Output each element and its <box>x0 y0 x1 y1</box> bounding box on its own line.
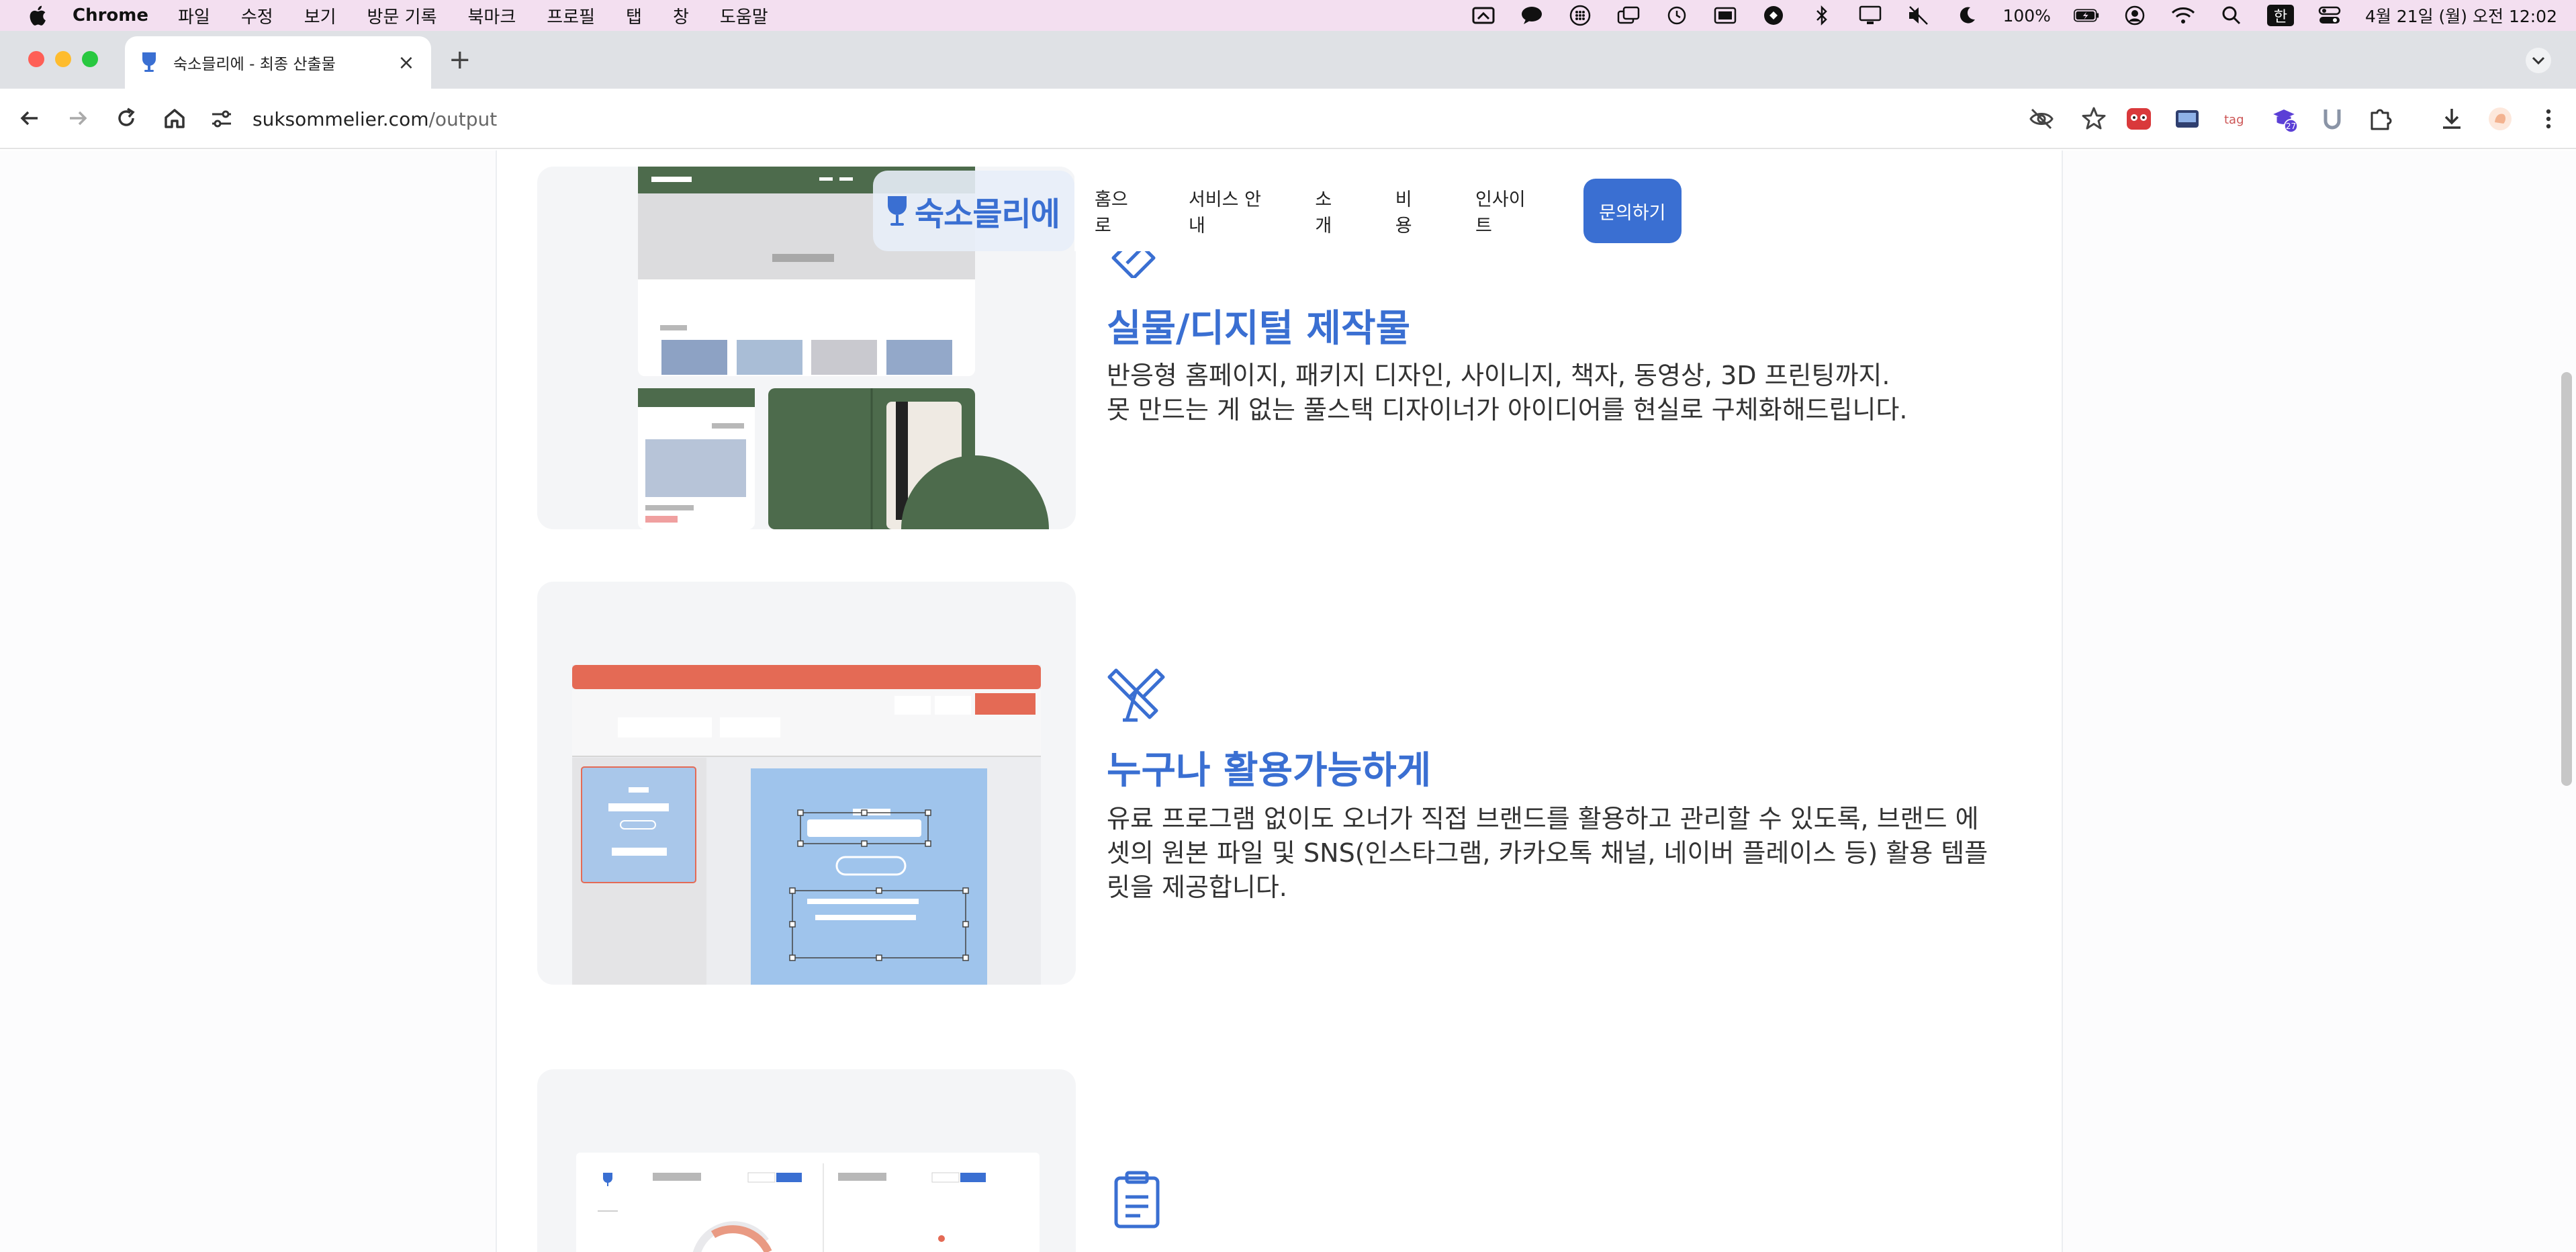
time-machine-icon[interactable] <box>1664 5 1690 26</box>
nav-link-insights[interactable]: 인사이트 <box>1475 185 1531 237</box>
battery-icon[interactable] <box>2073 5 2099 26</box>
feature-image-templates <box>537 582 1076 985</box>
menu-profiles[interactable]: 프로필 <box>547 3 595 28</box>
browser-toolbar: suksommelier.com/output tag 27 <box>0 89 2576 149</box>
extension-tag-icon[interactable]: tag <box>2221 105 2250 133</box>
extension-photo-icon[interactable] <box>2173 105 2201 133</box>
bookmark-star-icon[interactable] <box>2080 105 2107 132</box>
menu-bookmarks[interactable]: 북마크 <box>468 3 516 28</box>
menu-view[interactable]: 보기 <box>304 3 336 28</box>
nav-link-about[interactable]: 소개 <box>1315 185 1342 237</box>
vpn-icon[interactable] <box>1761 5 1786 26</box>
chrome-menu-icon[interactable] <box>2534 105 2563 133</box>
menubar-clock[interactable]: 4월 21일 (월) 오전 12:02 <box>2365 3 2557 28</box>
monitor-icon[interactable] <box>1857 5 1883 26</box>
feature-title-2: 누구나 활용가능하게 <box>1107 749 1432 793</box>
nav-link-services[interactable]: 서비스 안내 <box>1189 185 1262 237</box>
new-tab-button[interactable]: + <box>449 44 471 75</box>
extension-badge-icon[interactable]: 27 <box>2270 105 2298 133</box>
app-name-menu[interactable]: Chrome <box>73 5 148 26</box>
window-minimize-button[interactable] <box>55 51 71 67</box>
dashboard-illustration <box>576 1153 1040 1252</box>
menu-history[interactable]: 방문 기록 <box>367 3 437 28</box>
grid-dots-icon[interactable] <box>1567 5 1593 26</box>
control-center-icon[interactable] <box>2317 5 2342 26</box>
menu-tab[interactable]: 탭 <box>626 3 642 28</box>
wifi-icon[interactable] <box>2170 5 2196 26</box>
focus-moon-icon[interactable] <box>1954 5 1980 26</box>
window-zoom-button[interactable] <box>82 51 98 67</box>
contact-button[interactable]: 문의하기 <box>1583 179 1682 243</box>
page-scrollbar-thumb[interactable] <box>2561 372 2572 786</box>
eye-off-icon[interactable] <box>2028 105 2055 132</box>
chat-bubble-icon[interactable] <box>1519 5 1545 26</box>
svg-text:tag: tag <box>2224 113 2244 127</box>
address-bar[interactable]: suksommelier.com/output <box>208 97 2134 141</box>
windmill-icon <box>1107 668 1165 722</box>
menu-window[interactable]: 창 <box>673 3 689 28</box>
url-text[interactable]: suksommelier.com/output <box>252 108 497 130</box>
bluetooth-icon[interactable] <box>1809 5 1835 26</box>
feature-desc-2: 유료 프로그램 없이도 오너가 직접 브랜드를 활용하고 관리할 수 있도록, … <box>1107 804 1988 902</box>
menu-edit[interactable]: 수정 <box>241 3 273 28</box>
url-path: /output <box>428 107 498 130</box>
forward-arrow-icon[interactable] <box>64 105 91 132</box>
apple-logo-icon[interactable] <box>27 4 47 27</box>
wine-glass-logo-icon <box>888 196 907 226</box>
extension-badge-count: 27 <box>2286 122 2297 131</box>
menu-file[interactable]: 파일 <box>178 3 210 28</box>
extension-u-icon[interactable] <box>2318 105 2346 133</box>
template-editor-illustration <box>572 665 1041 985</box>
feature-image-dashboard <box>537 1069 1076 1252</box>
feature-desc-1: 반응형 홈페이지, 패키지 디자인, 사이니지, 책자, 동영상, 3D 프린팅… <box>1107 361 1908 424</box>
macos-menu-bar: Chrome 파일 수정 보기 방문 기록 북마크 프로필 탭 창 도움말 10… <box>0 0 2576 31</box>
display-icon[interactable] <box>1712 5 1738 26</box>
site-favicon-icon <box>142 52 156 72</box>
spotlight-search-icon[interactable] <box>2219 5 2244 26</box>
feature-title-1: 실물/디지털 제작물 <box>1107 307 1411 351</box>
site-logo[interactable]: 숙소믈리에 <box>873 171 1074 251</box>
input-method-icon[interactable]: 한 <box>2266 5 2294 26</box>
site-navigation: 숙소믈리에 홈으로 서비스 안내 소개 비용 인사이트 문의하기 <box>873 167 1682 255</box>
profile-avatar-icon[interactable] <box>2486 105 2514 133</box>
extension-red-icon[interactable] <box>2125 105 2153 133</box>
home-icon[interactable] <box>161 105 188 132</box>
input-method-label: 한 <box>2273 9 2288 26</box>
windows-overlap-icon[interactable] <box>1616 5 1641 26</box>
clipboard-icon <box>1114 1171 1160 1228</box>
window-close-button[interactable] <box>28 51 44 67</box>
screen-share-icon[interactable] <box>1471 5 1496 26</box>
status-bar-items: 100% 한 4월 21일 (월) 오전 12:02 <box>1471 0 2557 31</box>
extensions-puzzle-icon[interactable] <box>2366 105 2395 133</box>
user-account-icon[interactable] <box>2122 5 2148 26</box>
mute-icon[interactable] <box>1906 5 1931 26</box>
site-logo-text: 숙소믈리에 <box>915 195 1060 233</box>
reload-icon[interactable] <box>113 105 140 132</box>
url-host: suksommelier.com <box>252 107 429 130</box>
site-info-tune-icon[interactable] <box>208 105 235 132</box>
browser-tab-active[interactable]: 숙소믈리에 - 최종 산출물 × <box>125 36 431 89</box>
tab-search-chevron-icon[interactable] <box>2525 47 2552 74</box>
site-nav-links: 홈으로 서비스 안내 소개 비용 인사이트 문의하기 <box>1074 171 1682 251</box>
web-page-viewport: 실물/디지털 제작물 반응형 홈페이지, 패키지 디자인, 사이니지, 책자, … <box>0 150 2576 1252</box>
nav-link-pricing[interactable]: 비용 <box>1395 185 1423 237</box>
browser-tab-strip: 숙소믈리에 - 최종 산출물 × + <box>0 31 2576 89</box>
back-arrow-icon[interactable] <box>16 105 43 132</box>
nav-link-home[interactable]: 홈으로 <box>1095 185 1136 237</box>
tab-title: 숙소믈리에 - 최종 산출물 <box>173 56 336 73</box>
tab-close-icon[interactable]: × <box>396 51 416 75</box>
menu-help[interactable]: 도움말 <box>720 3 768 28</box>
battery-percent: 100% <box>2003 5 2051 26</box>
omnibox-actions <box>2028 97 2107 141</box>
download-icon[interactable] <box>2438 105 2466 133</box>
